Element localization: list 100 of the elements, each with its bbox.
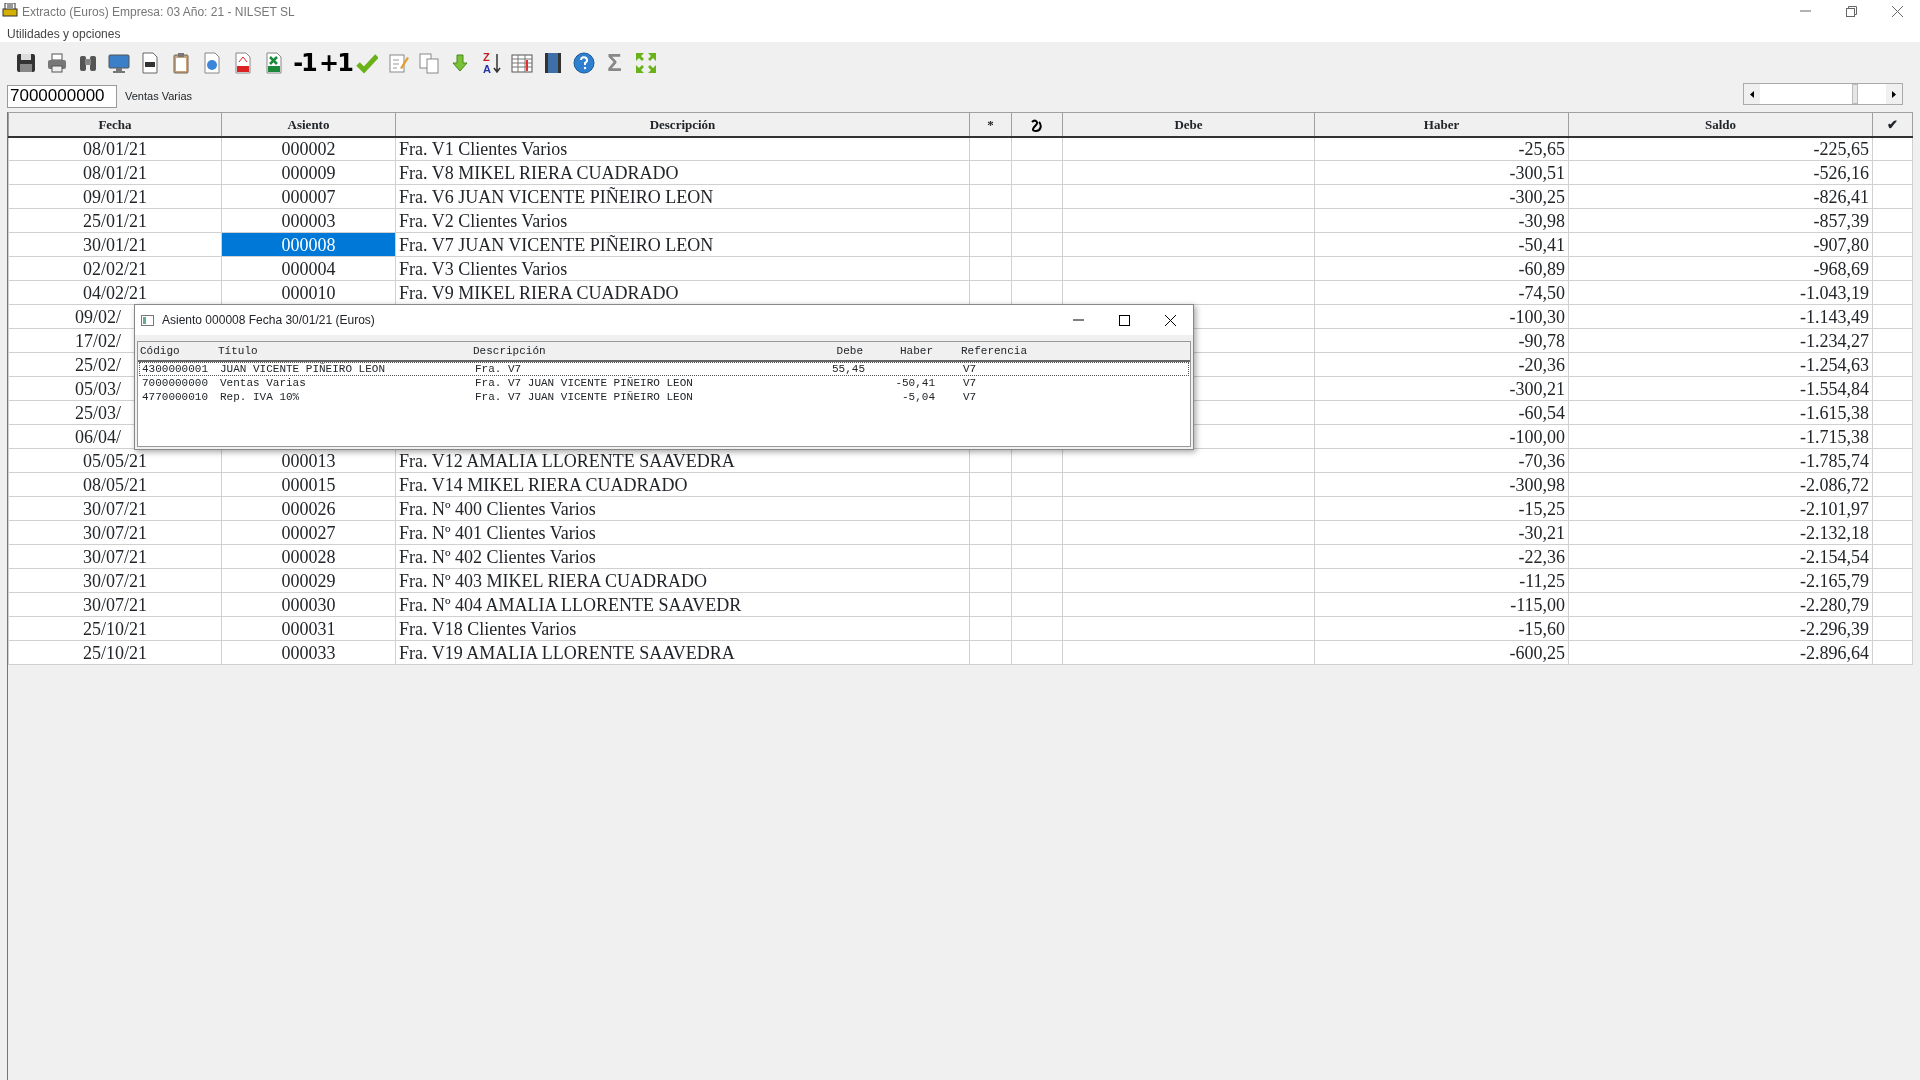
description-cell: Fra. Nº 404 AMALIA LLORENTE SAAVEDR	[399, 594, 742, 615]
date-cell: 05/05/21	[83, 450, 147, 471]
amount-cell: -50,41	[1518, 234, 1565, 255]
description-cell: Fra. V2 Clientes Varios	[399, 210, 568, 231]
amount-cell: -60,54	[1518, 402, 1565, 423]
columns-icon[interactable]	[510, 52, 533, 74]
balance-cell: -225,65	[1813, 138, 1869, 159]
entry-number-cell[interactable]: 000003	[221, 208, 396, 233]
save-icon[interactable]	[14, 52, 37, 74]
entry-number-cell[interactable]: 000009	[221, 160, 396, 185]
window-title: Extracto (Euros) Empresa: 03 Año: 21 - NILSET SL	[22, 4, 295, 21]
account-name: Ventas Varias	[125, 88, 193, 104]
amount-cell: -90,78	[1518, 330, 1565, 351]
balance-cell: -2.086,72	[1800, 474, 1869, 495]
minimize-icon[interactable]	[1072, 319, 1084, 321]
date-cell: 06/04/	[75, 426, 121, 447]
column-header[interactable]: ✔	[1872, 112, 1913, 137]
date-cell: 30/07/21	[83, 570, 147, 591]
description-cell: Fra. Nº 400 Clientes Varios	[399, 498, 596, 519]
toolbar-button[interactable]: +1	[320, 50, 351, 76]
dialog-title: Asiento 000008 Fecha 30/01/21 (Euros)	[162, 312, 375, 329]
amount-cell: -600,25	[1509, 642, 1565, 663]
entry-number-cell[interactable]: 000002	[221, 136, 396, 161]
column-header[interactable]: *	[969, 112, 1012, 137]
entry-number-cell[interactable]: 000031	[221, 616, 396, 641]
amount-cell: -74,50	[1518, 282, 1565, 303]
column-header[interactable]: Fecha	[8, 112, 222, 137]
amount-cell: -20,36	[1518, 354, 1565, 375]
date-cell: 30/01/21	[83, 234, 147, 255]
date-cell: 04/02/21	[83, 282, 147, 303]
balance-cell: -1.234,27	[1800, 330, 1869, 351]
entry-number-cell[interactable]: 000029	[221, 568, 396, 593]
description-cell: Fra. V18 Clientes Varios	[399, 618, 577, 639]
printer-icon[interactable]	[45, 52, 68, 74]
column-header: Referencia	[960, 343, 1027, 359]
date-cell: 08/05/21	[83, 474, 147, 495]
date-cell: 25/10/21	[83, 642, 147, 663]
amount-cell: -30,98	[1518, 210, 1565, 231]
description-cell: Fra. Nº 401 Clientes Varios	[399, 522, 596, 543]
amount-cell: -25,65	[1518, 138, 1565, 159]
date-cell: 25/03/	[75, 402, 121, 423]
balance-cell: -1.254,63	[1800, 354, 1869, 375]
amount-cell: -300,25	[1509, 186, 1565, 207]
column-header[interactable]: Asiento	[221, 112, 396, 137]
entry-number-cell[interactable]: 000027	[221, 520, 396, 545]
right-arrow-icon[interactable]	[1892, 90, 1896, 98]
date-cell: 08/01/21	[83, 162, 147, 183]
date-cell: 09/01/21	[83, 186, 147, 207]
list-row[interactable]: 4770000010 Rep. IVA 10% Fra. V7 JUAN VICENTE PIÑEIRO LEON -5,04 V7	[139, 390, 1189, 404]
entry-number-cell[interactable]: 000007	[221, 184, 396, 209]
date-cell: 02/02/21	[83, 258, 147, 279]
date-cell: 05/03/	[75, 378, 121, 399]
account-field[interactable]: 7000000000	[7, 84, 117, 108]
link-icon	[1030, 119, 1044, 132]
column-header[interactable]: Debe	[1062, 112, 1315, 137]
toolbar-button[interactable]: -1	[289, 50, 320, 76]
entry-number-cell[interactable]: 000028	[221, 544, 396, 569]
amount-cell: -115,00	[1510, 594, 1565, 615]
entry-number-cell[interactable]: 000033	[221, 640, 396, 665]
amount-cell: -11,25	[1519, 570, 1565, 591]
column-header[interactable]: Descripción	[395, 112, 970, 137]
balance-cell: -968,69	[1813, 258, 1869, 279]
balance-cell: -1.615,38	[1800, 402, 1869, 423]
help-icon[interactable]	[572, 52, 595, 74]
entry-number-cell[interactable]: 000008	[221, 232, 396, 257]
close-icon[interactable]	[1164, 314, 1176, 326]
balance-cell: -857,39	[1813, 210, 1869, 231]
list-row[interactable]: 7000000000 Ventas Varias Fra. V7 JUAN VICENTE PIÑEIRO LEON -50,41 V7	[139, 376, 1189, 390]
menu-item[interactable]: Utilidades y opciones	[7, 27, 121, 41]
checkmark-icon[interactable]	[355, 52, 378, 74]
list-row[interactable]: 4300000001 JUAN VICENTE PIÑEIRO LEON Fra. V7 55,45 V7	[139, 362, 1189, 376]
amount-cell: -300,51	[1509, 162, 1565, 183]
horizontal-scrollbar[interactable]	[1743, 83, 1903, 105]
balance-cell: -1.785,74	[1800, 450, 1869, 471]
entry-number-cell[interactable]: 000030	[221, 592, 396, 617]
column-header[interactable]: Haber	[1314, 112, 1569, 137]
left-arrow-icon[interactable]	[1750, 90, 1754, 98]
date-cell: 30/07/21	[83, 594, 147, 615]
maximize-icon[interactable]	[1118, 314, 1130, 326]
entry-number-cell[interactable]: 000004	[221, 256, 396, 281]
description-cell: Fra. V14 MIKEL RIERA CUADRADO	[399, 474, 688, 495]
column-header: Título	[218, 343, 259, 359]
description-cell: Fra. V8 MIKEL RIERA CUADRADO	[399, 162, 679, 183]
amount-cell: -22,36	[1518, 546, 1565, 567]
entry-number-cell[interactable]: 000026	[221, 496, 396, 521]
description-cell: Fra. V6 JUAN VICENTE PIÑEIRO LEON	[399, 186, 714, 207]
column-header: Debe	[835, 343, 863, 359]
balance-cell: -1.554,84	[1800, 378, 1869, 399]
date-cell: 30/07/21	[83, 498, 147, 519]
column-header[interactable]	[1011, 112, 1063, 137]
amount-cell: -70,36	[1518, 450, 1565, 471]
date-cell: 25/02/	[75, 354, 121, 375]
date-cell: 30/07/21	[83, 522, 147, 543]
scroll-thumb[interactable]	[1852, 84, 1858, 104]
amount-cell: -15,60	[1518, 618, 1565, 639]
column-header[interactable]: Saldo	[1568, 112, 1873, 137]
entry-number-cell[interactable]: 000015	[221, 472, 396, 497]
amount-cell: -300,21	[1509, 378, 1565, 399]
restore-icon[interactable]	[1845, 5, 1857, 17]
monitor-icon[interactable]	[107, 52, 130, 74]
